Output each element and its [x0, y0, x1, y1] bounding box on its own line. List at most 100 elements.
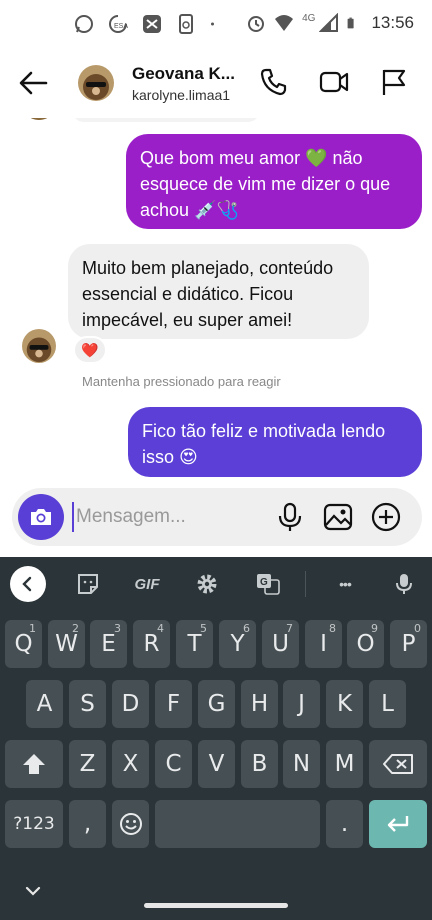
key-h[interactable]: H: [241, 680, 278, 728]
key-v[interactable]: V: [198, 740, 235, 788]
key-hint: 2: [72, 622, 79, 635]
key-hint: 7: [286, 622, 293, 635]
gallery-icon[interactable]: [322, 501, 354, 533]
backspace-key[interactable]: [369, 740, 427, 788]
video-icon[interactable]: [318, 66, 350, 98]
phone-clean-icon: [179, 14, 193, 34]
contact-name[interactable]: Geovana K...: [132, 64, 252, 84]
key-l[interactable]: L: [369, 680, 406, 728]
shift-icon: [23, 754, 45, 774]
wifi-icon: [275, 15, 294, 31]
contact-avatar[interactable]: [78, 65, 114, 101]
key-a[interactable]: A: [26, 680, 63, 728]
avatar-image: [78, 65, 114, 101]
svg-text:G: G: [260, 577, 268, 588]
chat-header: Geovana K... karolyne.limaa1: [0, 48, 432, 118]
camera-button[interactable]: [18, 494, 64, 540]
toolbar-divider: [305, 571, 306, 597]
microphone-icon[interactable]: [274, 501, 306, 533]
svg-text:ESA: ESA: [114, 23, 128, 30]
key-d[interactable]: D: [112, 680, 149, 728]
message-input[interactable]: [72, 502, 262, 532]
keyboard: GIF G ••• Q1 W2 E3 R4 T5 Y6 U7 I8 O9 P0 …: [0, 557, 432, 920]
clock: 13:56: [371, 13, 414, 32]
key-y[interactable]: Y6: [219, 620, 256, 668]
key-hint: 8: [329, 622, 336, 635]
emoji-icon: [119, 813, 142, 835]
more-button[interactable]: •••: [330, 571, 360, 597]
key-u[interactable]: U7: [262, 620, 299, 668]
key-hint: 0: [414, 622, 421, 635]
shift-key[interactable]: [5, 740, 63, 788]
dot-icon: [211, 22, 214, 26]
data-saver-icon: ESA: [109, 15, 128, 33]
key-s[interactable]: S: [69, 680, 106, 728]
key-b[interactable]: B: [241, 740, 278, 788]
key-hint: 3: [114, 622, 121, 635]
key-hint: 5: [200, 622, 207, 635]
camera-icon: [31, 509, 51, 525]
status-bar: ESA 4G 13:56: [0, 0, 432, 48]
comma-key[interactable]: ,: [69, 800, 106, 848]
alarm-icon: [248, 16, 265, 32]
key-label: I: [320, 631, 327, 657]
key-j[interactable]: J: [283, 680, 320, 728]
screen: ESA 4G 13:56 Geovana K... karolyne.limaa…: [0, 0, 432, 920]
backspace-icon: [383, 754, 413, 774]
space-key[interactable]: [155, 800, 320, 848]
battery-icon: [348, 17, 355, 29]
signal-icon: [319, 13, 339, 32]
key-i[interactable]: I8: [305, 620, 342, 668]
keyboard-back-button[interactable]: [10, 566, 46, 602]
home-indicator[interactable]: [144, 903, 288, 908]
gif-button[interactable]: GIF: [132, 571, 162, 597]
key-g[interactable]: G: [198, 680, 235, 728]
microphone-icon[interactable]: [392, 571, 416, 597]
message-composer: [12, 488, 422, 546]
key-r[interactable]: R4: [133, 620, 170, 668]
previous-avatar-fragment: [24, 118, 54, 120]
symbols-key[interactable]: ?123: [5, 800, 63, 848]
key-c[interactable]: C: [155, 740, 192, 788]
key-p[interactable]: P0: [390, 620, 427, 668]
heart-reaction[interactable]: ❤️: [73, 336, 107, 364]
sticker-icon[interactable]: [76, 571, 100, 597]
chat-thread: Que bom meu amor 💚 não esquece de vim me…: [0, 118, 432, 488]
outgoing-message[interactable]: Fico tão feliz e motivada lendo isso 😍: [128, 407, 422, 477]
whatsapp-icon: [75, 15, 93, 33]
key-k[interactable]: K: [326, 680, 363, 728]
key-m[interactable]: M: [326, 740, 363, 788]
key-o[interactable]: O9: [347, 620, 384, 668]
keyboard-toolbar: GIF G •••: [0, 557, 432, 611]
translate-icon[interactable]: G: [255, 571, 281, 597]
key-hint: 9: [371, 622, 378, 635]
contact-username[interactable]: karolyne.limaa1: [132, 87, 230, 103]
outgoing-message[interactable]: Que bom meu amor 💚 não esquece de vim me…: [126, 134, 422, 229]
back-arrow-icon[interactable]: [16, 66, 50, 100]
key-n[interactable]: N: [283, 740, 320, 788]
network-type: 4G: [302, 12, 316, 24]
key-hint: 4: [157, 622, 164, 635]
enter-key[interactable]: [369, 800, 427, 848]
key-t[interactable]: T5: [176, 620, 213, 668]
key-z[interactable]: Z: [69, 740, 106, 788]
flag-icon[interactable]: [378, 66, 410, 98]
avatar-image: [22, 329, 56, 363]
emoji-key[interactable]: [112, 800, 149, 848]
key-q[interactable]: Q1: [5, 620, 42, 668]
sender-avatar[interactable]: [22, 329, 56, 363]
period-key[interactable]: .: [326, 800, 363, 848]
key-w[interactable]: W2: [48, 620, 85, 668]
key-f[interactable]: F: [155, 680, 192, 728]
enter-icon: [387, 816, 409, 832]
key-hint: 1: [29, 622, 36, 635]
incoming-message[interactable]: Muito bem planejado, conteúdo essencial …: [68, 244, 369, 339]
previous-bubble-fragment: [72, 118, 260, 122]
gear-icon[interactable]: [195, 571, 219, 597]
add-icon[interactable]: [370, 501, 402, 533]
phone-icon[interactable]: [258, 66, 290, 98]
key-e[interactable]: E3: [90, 620, 127, 668]
hide-keyboard-chevron-icon[interactable]: [22, 880, 44, 902]
key-x[interactable]: X: [112, 740, 149, 788]
capcut-icon: [143, 15, 161, 33]
